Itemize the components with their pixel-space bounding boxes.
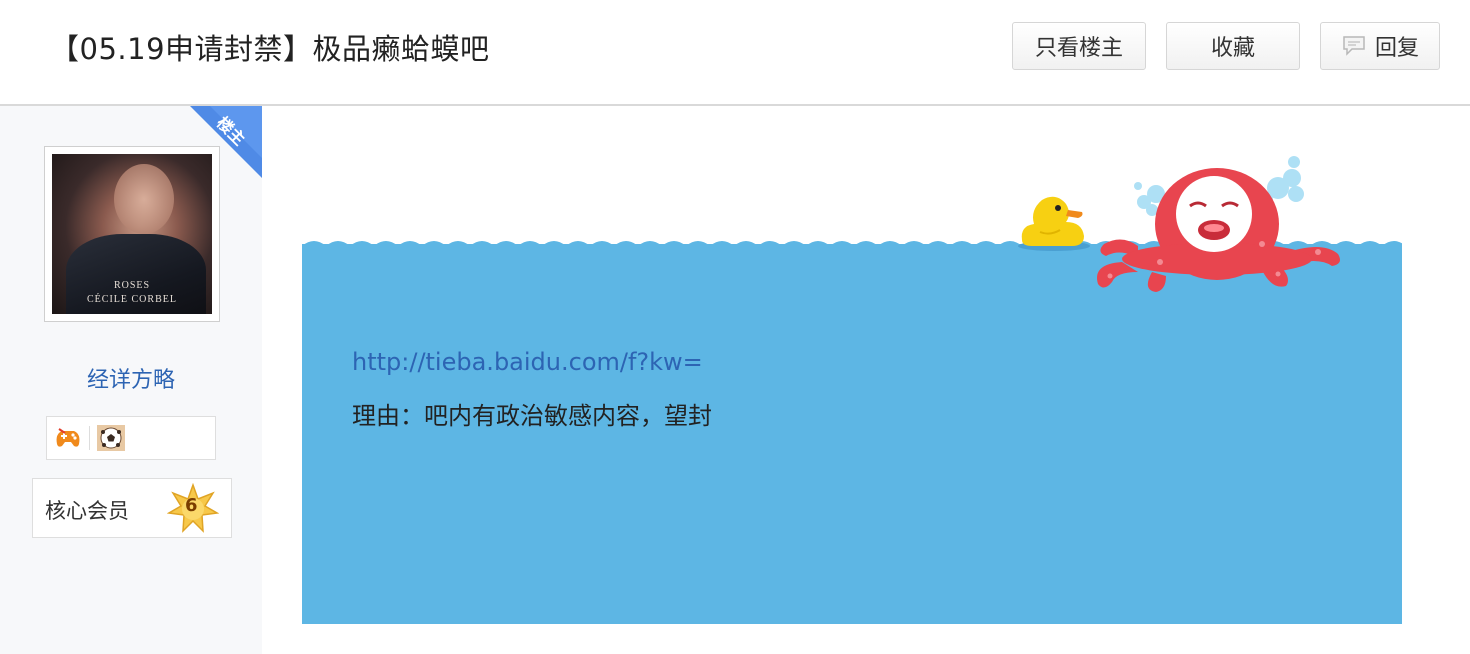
football-badge-icon[interactable] bbox=[96, 424, 126, 452]
thread-header: 【05.19申请封禁】极品癞蛤蟆吧 只看楼主 收藏 回复 bbox=[0, 0, 1470, 106]
rubber-duck-icon bbox=[1018, 196, 1090, 251]
water-background bbox=[302, 244, 1402, 624]
member-level: 核心会员 6 bbox=[32, 478, 232, 538]
post-content: http://tieba.baidu.com/f?kw= 理由：吧内有政治敏感内… bbox=[302, 144, 1402, 624]
post-link[interactable]: http://tieba.baidu.com/f?kw= bbox=[352, 348, 703, 376]
reply-button-label: 回复 bbox=[1374, 36, 1419, 61]
comment-icon bbox=[1341, 34, 1367, 58]
favorite-button[interactable]: 收藏 bbox=[1166, 22, 1300, 70]
avatar-caption-title: ROSES bbox=[113, 280, 151, 291]
only-op-button[interactable]: 只看楼主 bbox=[1012, 22, 1146, 70]
post-reason: 理由：吧内有政治敏感内容，望封 bbox=[352, 402, 712, 430]
author-username[interactable]: 经详方略 bbox=[0, 362, 262, 394]
badge-bar bbox=[46, 416, 216, 460]
level-number: 6 bbox=[185, 495, 198, 516]
octopus-icon bbox=[1097, 156, 1340, 292]
thread-title: 【05.19申请封禁】极品癞蛤蟆吧 bbox=[50, 32, 490, 66]
avatar[interactable]: ROSES CÉCILE CORBEL bbox=[44, 146, 220, 322]
level-title: 核心会员 bbox=[45, 499, 129, 523]
avatar-caption-artist: CÉCILE CORBEL bbox=[87, 294, 177, 305]
gamepad-badge-icon[interactable] bbox=[53, 424, 83, 452]
badge-divider bbox=[89, 426, 90, 450]
avatar-image: ROSES CÉCILE CORBEL bbox=[52, 154, 212, 314]
reply-button[interactable]: 回复 bbox=[1320, 22, 1440, 70]
